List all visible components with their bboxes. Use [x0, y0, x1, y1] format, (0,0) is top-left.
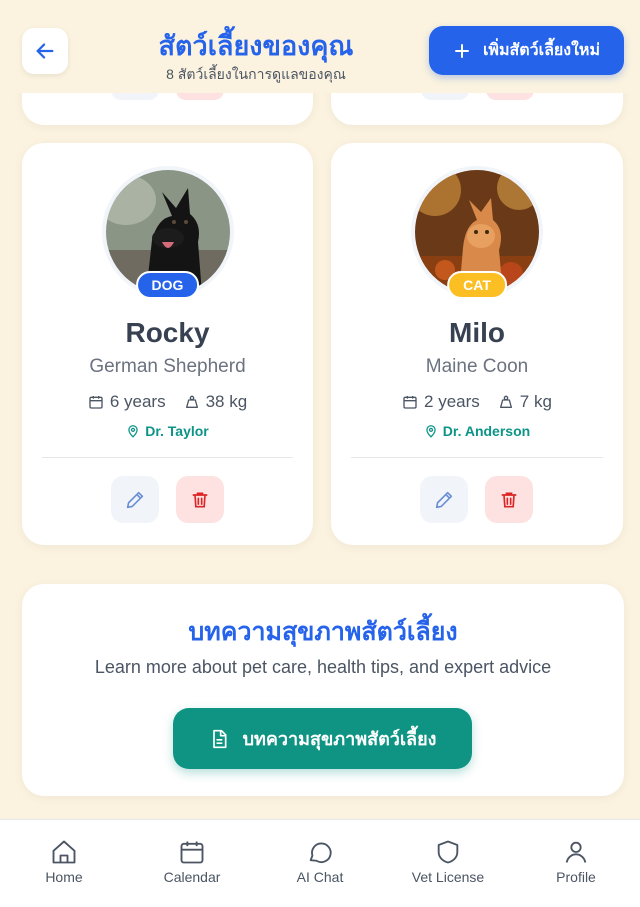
- trash-icon: [501, 492, 517, 507]
- home-icon: [52, 840, 76, 864]
- document-icon: [212, 729, 227, 748]
- pet-type-badge: CAT: [447, 271, 507, 299]
- pet-card[interactable]: CAT Milo Maine Coon 2 years 7 kg Dr. And…: [331, 143, 623, 545]
- trash-icon: [192, 492, 208, 507]
- nav-item-profile[interactable]: Profile: [512, 820, 640, 907]
- divider: [42, 457, 293, 458]
- calendar-icon: [403, 396, 417, 409]
- chat-icon: [309, 842, 332, 864]
- pet-breed: Maine Coon: [425, 356, 529, 377]
- pet-vet: Dr. Anderson: [331, 423, 623, 439]
- pet-vet: Dr. Taylor: [22, 423, 313, 439]
- nav-item-vet-license[interactable]: Vet License: [384, 820, 512, 907]
- nav-item-calendar[interactable]: Calendar: [128, 820, 256, 907]
- shield-icon: [437, 840, 459, 864]
- map-pin-icon: [426, 425, 436, 438]
- calendar-icon: [180, 841, 204, 864]
- edit-button[interactable]: [420, 476, 468, 523]
- app-header: สัตว์เลี้ยงของคุณ 8 สัตว์เลี้ยงในการดูแล…: [0, 0, 640, 93]
- pet-weight: 38 kg: [184, 392, 247, 412]
- pet-name: Rocky: [125, 317, 210, 348]
- article-card: บทความสุขภาพสัตว์เลี้ยง Learn more about…: [22, 584, 624, 796]
- user-icon: [565, 841, 587, 863]
- article-title: บทความสุขภาพสัตว์เลี้ยง: [188, 618, 458, 646]
- article-button-label: บทความสุขภาพสัตว์เลี้ยง: [242, 729, 437, 749]
- plus-icon: [454, 43, 469, 58]
- weight-icon: [499, 395, 512, 408]
- page-title: สัตว์เลี้ยงของคุณ: [158, 31, 354, 61]
- map-pin-icon: [128, 425, 138, 438]
- pet-card[interactable]: DOG Rocky German Shepherd 6 years 38 kg …: [22, 143, 313, 545]
- arrow-left-icon: [36, 43, 54, 59]
- nav-item-home[interactable]: Home: [0, 820, 128, 907]
- pet-breed: German Shepherd: [89, 356, 246, 377]
- add-pet-button[interactable]: เพิ่มสัตว์เลี้ยงใหม่: [429, 26, 624, 75]
- back-button[interactable]: [22, 28, 68, 74]
- article-description: Learn more about pet care, health tips, …: [94, 657, 552, 677]
- pet-age: 2 years: [402, 392, 480, 412]
- edit-button[interactable]: [111, 476, 159, 523]
- pet-weight: 7 kg: [498, 392, 552, 412]
- delete-button[interactable]: [176, 476, 224, 523]
- pet-stats: 6 years 38 kg: [22, 392, 313, 412]
- add-pet-label: เพิ่มสัตว์เลี้ยงใหม่: [482, 42, 601, 59]
- weight-icon: [185, 395, 198, 408]
- pencil-icon: [126, 491, 144, 508]
- page-subtitle: 8 สัตว์เลี้ยงในการดูแลของคุณ: [166, 66, 346, 82]
- pet-stats: 2 years 7 kg: [331, 392, 623, 412]
- nav-item-ai-chat[interactable]: AI Chat: [256, 820, 384, 907]
- bottom-nav: Home Calendar AI Chat Vet License Profil…: [0, 819, 640, 907]
- article-button[interactable]: บทความสุขภาพสัตว์เลี้ยง: [173, 708, 472, 769]
- pet-name: Milo: [449, 317, 505, 348]
- delete-button[interactable]: [485, 476, 533, 523]
- calendar-icon: [89, 396, 103, 409]
- pet-type-badge: DOG: [135, 271, 200, 299]
- pet-age: 6 years: [88, 392, 166, 412]
- pencil-icon: [435, 491, 453, 508]
- divider: [351, 457, 603, 458]
